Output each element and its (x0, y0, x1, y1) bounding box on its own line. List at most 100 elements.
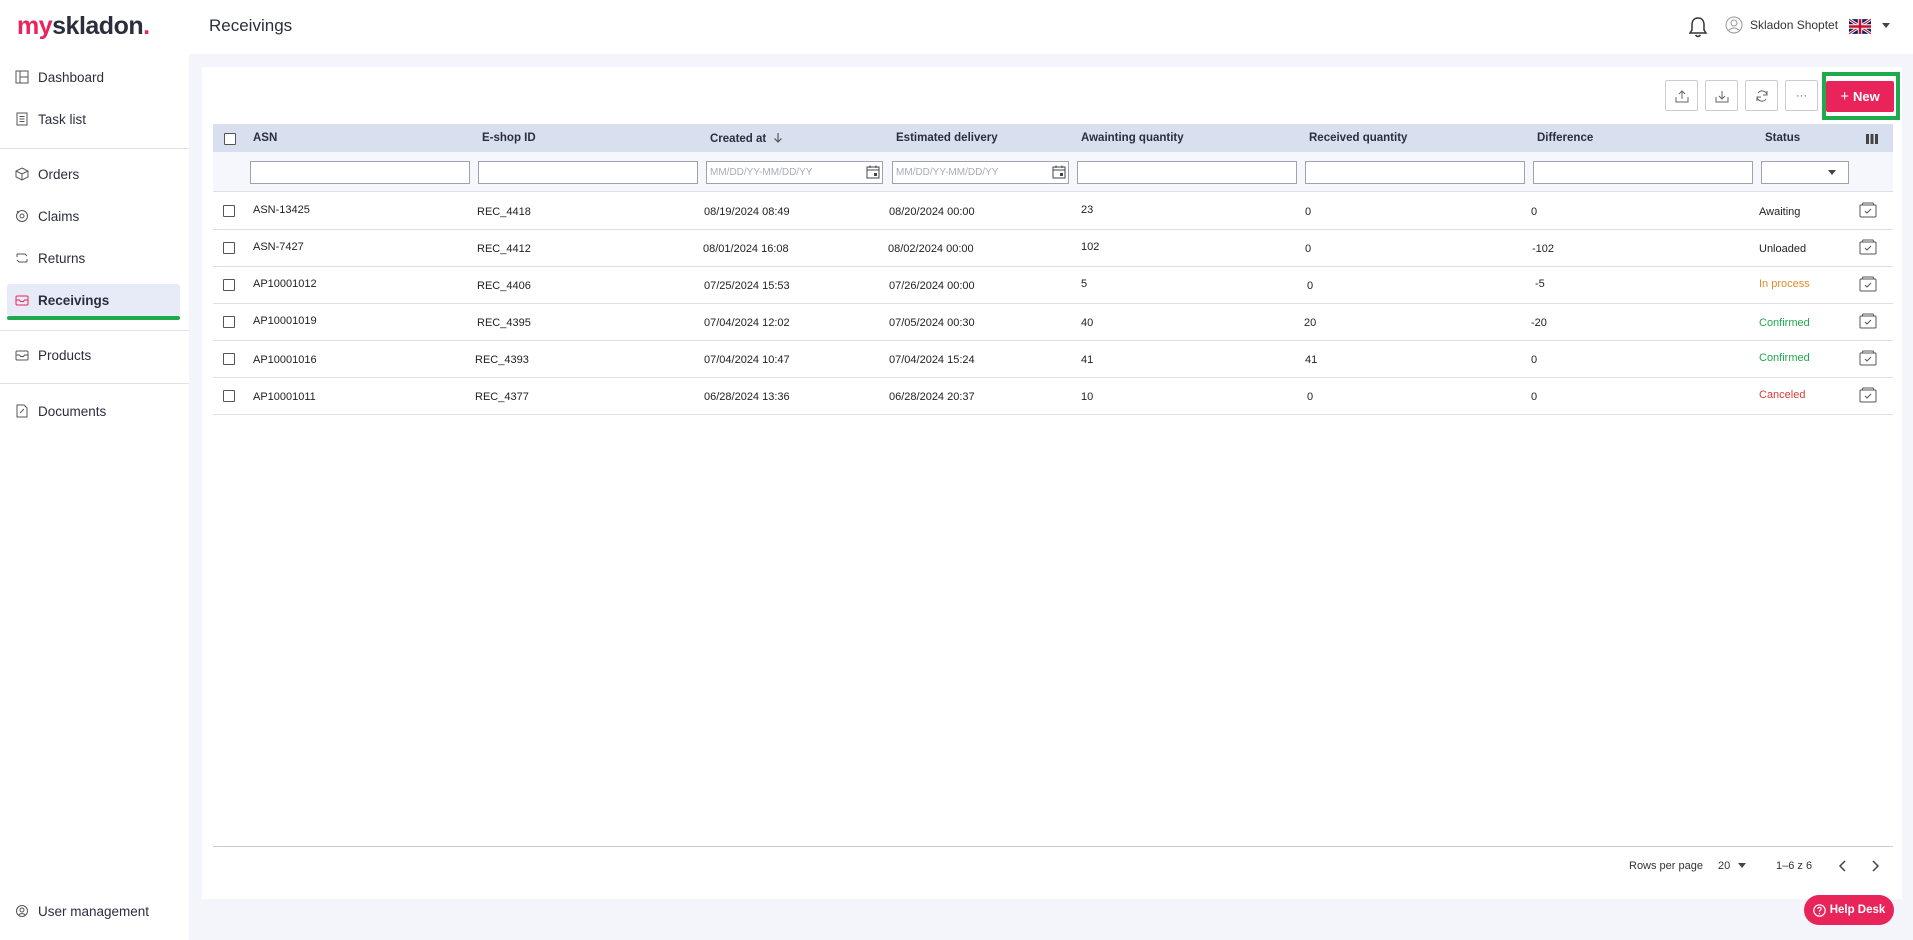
help-desk-button[interactable]: Help Desk (1804, 895, 1894, 925)
user-menu[interactable]: Skladon Shoptet (1725, 16, 1838, 34)
sidebar-item-dashboard[interactable]: Dashboard (7, 61, 180, 93)
sidebar-item-task-list[interactable]: Task list (7, 103, 180, 135)
row-checkbox[interactable] (223, 279, 235, 291)
estimated-delivery-filter-input[interactable]: MM/DD/YY-MM/DD/YY (892, 161, 1069, 184)
cell-awaiting-quantity: 5 (1081, 278, 1088, 290)
receive-action-icon[interactable] (1859, 387, 1877, 403)
column-header-status[interactable]: Status (1765, 132, 1800, 144)
calendar-icon[interactable] (1052, 165, 1066, 179)
chevron-right-icon[interactable] (1870, 860, 1880, 872)
sort-arrow-down-icon (774, 133, 783, 143)
export-button[interactable] (1665, 80, 1698, 111)
calendar-icon[interactable] (866, 165, 880, 179)
receive-action-icon[interactable] (1859, 350, 1877, 366)
page-title: Receivings (209, 16, 293, 35)
row-checkbox[interactable] (223, 390, 235, 402)
more-options-button[interactable]: ··· (1785, 80, 1818, 111)
awaiting-quantity-filter-input[interactable] (1077, 161, 1297, 184)
cell-awaiting-quantity: 41 (1081, 354, 1094, 366)
receive-action-icon[interactable] (1859, 202, 1877, 218)
cell-awaiting-quantity: 10 (1081, 391, 1094, 403)
table-row[interactable]: ASN-7427 REC_4412 08/01/2024 16:08 08/02… (213, 230, 1893, 267)
columns-icon[interactable] (1866, 134, 1878, 144)
cell-eshop-id: REC_4393 (475, 354, 529, 366)
cell-received-quantity: 41 (1305, 354, 1318, 366)
column-header-label: Created at (710, 133, 767, 145)
status-badge: Canceled (1759, 389, 1806, 401)
table-row[interactable]: AP10001011 REC_4377 06/28/2024 13:36 06/… (213, 378, 1893, 415)
cell-difference: -102 (1532, 243, 1555, 255)
chevron-down-icon[interactable] (1882, 23, 1890, 28)
chevron-left-icon[interactable] (1838, 860, 1848, 872)
asn-filter-input[interactable] (250, 161, 470, 184)
receive-action-icon[interactable] (1859, 276, 1877, 292)
sidebar-item-label: Receivings (38, 292, 110, 308)
filter-row: MM/DD/YY-MM/DD/YY MM/DD/YY-MM/DD/YY (213, 152, 1893, 192)
cell-awaiting-quantity: 40 (1081, 317, 1094, 329)
row-checkbox[interactable] (223, 205, 235, 217)
cell-estimated-delivery: 07/26/2024 00:00 (889, 280, 975, 292)
select-all-checkbox[interactable] (224, 133, 236, 145)
sidebar-item-user-management[interactable]: User management (7, 895, 180, 927)
receive-action-icon[interactable] (1859, 239, 1877, 255)
uk-flag-icon[interactable] (1849, 18, 1871, 35)
table-row[interactable]: AP10001016 REC_4393 07/04/2024 10:47 07/… (213, 341, 1893, 378)
cell-created-at: 07/04/2024 10:47 (704, 354, 790, 366)
row-checkbox[interactable] (223, 316, 235, 328)
cell-eshop-id: REC_4377 (475, 391, 529, 403)
import-button[interactable] (1705, 80, 1738, 111)
status-badge: Confirmed (1759, 352, 1810, 364)
table-row[interactable]: AP10001012 REC_4406 07/25/2024 15:53 07/… (213, 267, 1893, 304)
chevron-down-icon (1828, 170, 1836, 175)
sidebar-item-label: Task list (38, 111, 87, 127)
cell-created-at: 08/01/2024 16:08 (703, 243, 789, 255)
received-quantity-filter-input[interactable] (1305, 161, 1525, 184)
sidebar-item-label: Products (38, 347, 92, 363)
eshop-id-filter-input[interactable] (478, 161, 698, 184)
column-header-asn[interactable]: ASN (253, 132, 277, 144)
sidebar-item-orders[interactable]: Orders (7, 158, 180, 190)
column-header-difference[interactable]: Difference (1537, 132, 1593, 144)
cell-received-quantity: 20 (1304, 317, 1317, 329)
column-header-eshop-id[interactable]: E-shop ID (482, 132, 536, 144)
logo[interactable]: myskladon. (17, 12, 150, 41)
rows-per-page-label: Rows per page (1629, 860, 1703, 872)
table-row[interactable]: ASN-13425 REC_4418 08/19/2024 08:49 08/2… (213, 193, 1893, 230)
cell-difference: -5 (1535, 278, 1545, 290)
created-at-filter-input[interactable]: MM/DD/YY-MM/DD/YY (706, 161, 883, 184)
sidebar-item-claims[interactable]: Claims (7, 200, 180, 232)
rows-per-page-select[interactable]: 20 (1718, 860, 1747, 872)
table-row[interactable]: AP10001019 REC_4395 07/04/2024 12:02 07/… (213, 304, 1893, 341)
top-bar: myskladon. Receivings Skladon Shoptet (0, 0, 1913, 54)
user-management-icon (16, 905, 28, 917)
status-badge: Awaiting (1759, 206, 1801, 218)
sidebar-item-label: Claims (38, 208, 80, 224)
table-header: ASN E-shop ID Created at Estimated deliv… (213, 124, 1893, 152)
pagination-range: 1–6 z 6 (1776, 860, 1813, 872)
sidebar-item-receivings[interactable]: Receivings (7, 284, 180, 320)
row-checkbox[interactable] (223, 353, 235, 365)
cell-asn: ASN-13425 (253, 204, 310, 216)
difference-filter-input[interactable] (1533, 161, 1753, 184)
refresh-button[interactable] (1745, 80, 1778, 111)
column-header-received-quantity[interactable]: Received quantity (1309, 132, 1407, 144)
sidebar-item-products[interactable]: Products (7, 339, 180, 371)
column-header-awaiting-quantity[interactable]: Awainting quantity (1081, 132, 1184, 144)
column-header-created-at[interactable]: Created at (710, 132, 783, 145)
sidebar-item-documents[interactable]: Documents (7, 395, 180, 427)
cell-received-quantity: 0 (1307, 280, 1314, 292)
divider (0, 330, 189, 331)
logo-rest: skladon (52, 12, 144, 40)
cell-estimated-delivery: 06/28/2024 20:37 (889, 391, 975, 403)
row-checkbox[interactable] (223, 242, 235, 254)
new-button[interactable]: + New (1826, 81, 1894, 112)
status-filter-select[interactable] (1761, 161, 1849, 184)
plus-icon: + (1840, 88, 1850, 105)
sidebar: Dashboard Task list Orders Claims Return… (0, 54, 189, 940)
status-badge: In process (1759, 278, 1810, 290)
receive-action-icon[interactable] (1859, 313, 1877, 329)
column-header-estimated-delivery[interactable]: Estimated delivery (896, 132, 998, 144)
more-dots-icon: ··· (1796, 89, 1807, 102)
sidebar-item-returns[interactable]: Returns (7, 242, 180, 274)
bell-icon[interactable] (1687, 15, 1709, 39)
